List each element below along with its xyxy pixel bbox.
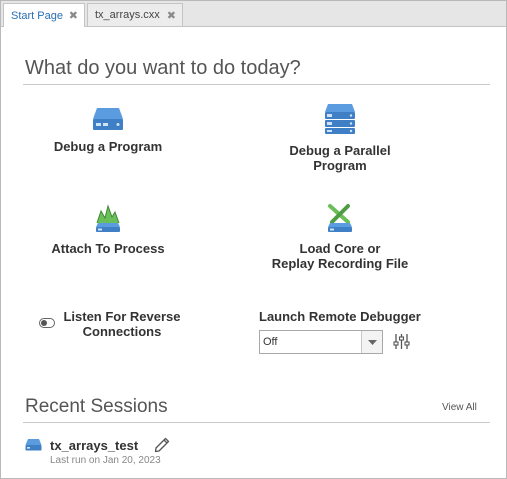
listen-toggle[interactable] xyxy=(39,318,55,328)
toggle-knob xyxy=(41,320,47,326)
attach-process-button[interactable]: Attach To Process xyxy=(8,203,208,256)
remote-debugger-select[interactable]: Off xyxy=(259,330,383,354)
action-label-line2: Replay Recording File xyxy=(271,256,409,271)
pencil-edit-icon[interactable] xyxy=(154,437,170,453)
action-label-line1: Debug a Parallel xyxy=(289,143,391,158)
session-last-run: Last run on Jan 20, 2023 xyxy=(50,455,161,466)
close-icon[interactable]: ✖ xyxy=(69,9,78,22)
tab-label: tx_arrays.cxx xyxy=(95,9,160,21)
load-core-button[interactable]: Load Core or Replay Recording File xyxy=(240,203,440,271)
tab-tx-arrays[interactable]: tx_arrays.cxx ✖ xyxy=(87,3,183,26)
debug-parallel-button[interactable]: Debug a Parallel Program xyxy=(240,103,440,173)
sliders-settings-icon[interactable] xyxy=(393,333,410,350)
recent-session-item[interactable]: tx_arrays_test Last run on Jan 20, 2023 xyxy=(25,437,485,467)
drive-icon xyxy=(25,439,42,451)
divider xyxy=(23,84,490,85)
drive-icon xyxy=(93,108,123,130)
debug-program-button[interactable]: Debug a Program xyxy=(8,107,208,154)
action-label-line1: Load Core or xyxy=(299,241,381,256)
tab-label: Start Page xyxy=(11,9,63,22)
remote-debugger-label: Launch Remote Debugger xyxy=(259,309,421,324)
listen-label-line2: Connections xyxy=(82,324,162,339)
select-value: Off xyxy=(263,336,278,348)
stacked-drives-icon xyxy=(325,104,355,134)
close-icon[interactable]: ✖ xyxy=(167,9,176,22)
attach-process-icon xyxy=(96,204,120,232)
chevron-down-icon[interactable] xyxy=(361,331,382,353)
session-name: tx_arrays_test xyxy=(50,438,139,453)
tab-start-page[interactable]: Start Page ✖ xyxy=(3,3,85,27)
load-core-icon xyxy=(328,204,352,232)
action-label-line2: Program xyxy=(313,158,367,173)
action-label: Attach To Process xyxy=(51,241,165,256)
page-title: What do you want to do today? xyxy=(25,57,301,79)
recent-sessions-heading: Recent Sessions xyxy=(25,396,168,417)
tab-bar: Start Page ✖ tx_arrays.cxx ✖ xyxy=(1,1,506,27)
action-label: Debug a Program xyxy=(53,139,163,154)
listen-label-line1: Listen For Reverse xyxy=(63,309,181,324)
divider xyxy=(23,422,490,423)
start-page-window: Start Page ✖ tx_arrays.cxx ✖ What do you… xyxy=(0,0,507,479)
listen-label: Listen For Reverse Connections xyxy=(63,309,181,339)
view-all-link[interactable]: View All xyxy=(442,402,477,413)
listen-reverse-connections: Listen For Reverse Connections xyxy=(39,309,181,339)
start-page-content: What do you want to do today? Debug a Pr… xyxy=(1,27,506,478)
